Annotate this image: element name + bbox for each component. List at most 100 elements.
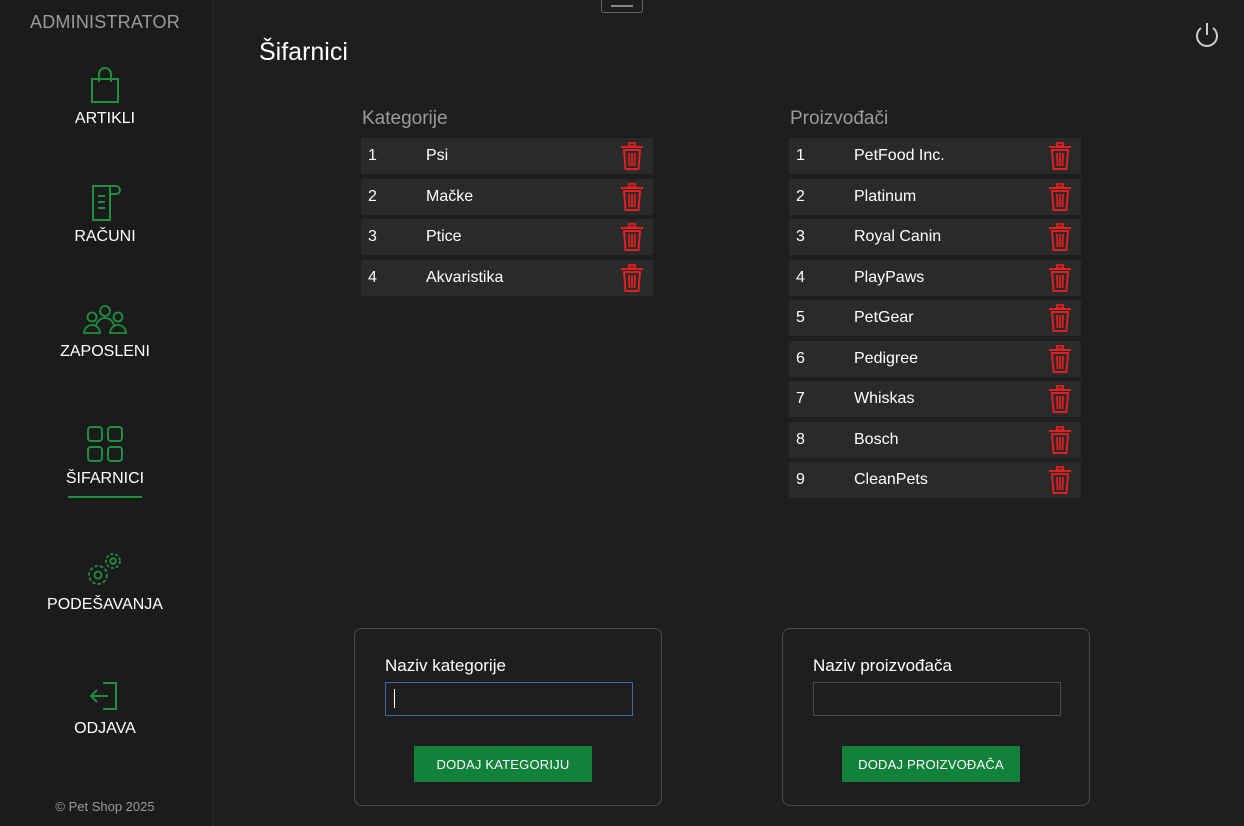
row-name: Bosch xyxy=(854,430,899,448)
row-id: 4 xyxy=(796,268,805,286)
categories-rows: 1 Psi 2 Mačke 3 Ptice 4 Akvaristika xyxy=(361,138,653,296)
delete-button[interactable] xyxy=(1048,466,1072,499)
row-id: 4 xyxy=(368,268,377,286)
row-name: Psi xyxy=(426,147,449,164)
delete-button[interactable] xyxy=(1048,344,1072,378)
row-id: 3 xyxy=(796,228,805,245)
sidebar-item-racuni[interactable]: RAČUNI xyxy=(0,182,210,246)
sidebar-item-label: ZAPOSLENI xyxy=(60,343,150,360)
delete-button[interactable] xyxy=(1048,385,1072,418)
trash-icon xyxy=(1048,142,1072,174)
trash-icon xyxy=(1048,304,1072,336)
trash-icon xyxy=(1048,466,1072,498)
list-item: 5 PetGear xyxy=(789,300,1081,336)
delete-button[interactable] xyxy=(1048,182,1072,216)
sidebar-item-label: ARTIKLI xyxy=(74,110,136,127)
row-id: 8 xyxy=(796,430,805,448)
row-name: Akvaristika xyxy=(426,268,504,286)
list-item: 2 Platinum xyxy=(789,178,1081,216)
add-manufacturer-button[interactable]: DODAJ PROIZVOĐAČA xyxy=(842,746,1020,782)
row-id: 7 xyxy=(796,390,805,407)
delete-button[interactable] xyxy=(620,182,644,216)
main-content: Šifarnici Kategorije 1 Psi 2 Mačke 3 Ptice 4 Ak… xyxy=(213,0,1244,826)
list-item: 1 PetFood Inc. xyxy=(789,138,1081,174)
manufacturer-name-label: Naziv proizvođača xyxy=(813,656,952,675)
trash-icon xyxy=(1048,182,1072,215)
manufacturers-header: Proizvođači xyxy=(790,108,889,129)
drag-handle[interactable] xyxy=(601,0,643,13)
row-id: 2 xyxy=(796,187,805,205)
grid-icon xyxy=(0,424,210,464)
active-indicator xyxy=(68,496,142,498)
delete-button[interactable] xyxy=(1048,304,1072,337)
row-name: PetFood Inc. xyxy=(854,147,945,164)
copyright-text: © Pet Shop 2025 xyxy=(55,799,155,814)
category-name-label: Naziv kategorije xyxy=(385,656,506,675)
trash-icon xyxy=(1048,344,1072,377)
trash-icon xyxy=(620,182,644,215)
users-icon xyxy=(0,303,210,337)
add-category-button[interactable]: DODAJ KATEGORIJU xyxy=(414,746,592,782)
row-id: 6 xyxy=(796,349,805,367)
sidebar-item-artikli[interactable]: ARTIKLI xyxy=(0,66,210,128)
row-name: PlayPaws xyxy=(854,268,925,286)
delete-button[interactable] xyxy=(1048,425,1072,459)
shopping-bag-icon xyxy=(0,66,210,104)
logout-icon xyxy=(0,678,210,714)
delete-button[interactable] xyxy=(620,263,644,297)
category-form: Naziv kategorije DODAJ KATEGORIJU xyxy=(354,628,662,806)
manufacturers-list: Proizvođači 1 PetFood Inc. 2 Platinum 3 Royal… xyxy=(789,108,1081,503)
manufacturer-name-input[interactable] xyxy=(813,682,1061,716)
row-name: Pedigree xyxy=(854,349,919,367)
power-button[interactable] xyxy=(1192,20,1222,55)
list-item: 1 Psi xyxy=(361,138,653,174)
row-id: 1 xyxy=(796,147,805,164)
delete-button[interactable] xyxy=(1048,263,1072,297)
category-name-input[interactable] xyxy=(385,682,633,716)
row-name: Ptice xyxy=(426,228,462,245)
list-item: 2 Mačke xyxy=(361,178,653,216)
row-id: 3 xyxy=(368,228,377,245)
trash-icon xyxy=(1048,385,1072,417)
row-id: 2 xyxy=(368,187,377,205)
manufacturers-rows: 1 PetFood Inc. 2 Platinum 3 Royal Canin 4 PlayP… xyxy=(789,138,1081,498)
delete-button[interactable] xyxy=(620,142,644,175)
row-id: 5 xyxy=(796,309,805,326)
trash-icon xyxy=(620,223,644,255)
delete-button[interactable] xyxy=(1048,142,1072,175)
list-item: 3 Royal Canin xyxy=(789,219,1081,255)
sidebar-item-podesavanja[interactable]: PODEŠAVANJA xyxy=(0,550,210,614)
sidebar-title: ADMINISTRATOR xyxy=(30,12,180,32)
receipt-icon xyxy=(0,182,210,222)
list-item: 9 CleanPets xyxy=(789,462,1081,498)
sidebar: ADMINISTRATOR ARTIKLI RAČUNI ZAPOSLENI Š… xyxy=(0,0,213,826)
trash-icon xyxy=(1048,263,1072,296)
sidebar-item-label: ODJAVA xyxy=(74,720,136,737)
sidebar-item-label: PODEŠAVANJA xyxy=(47,596,163,613)
list-item: 4 Akvaristika xyxy=(361,259,653,297)
row-id: 9 xyxy=(796,471,805,488)
list-item: 8 Bosch xyxy=(789,421,1081,459)
list-item: 6 Pedigree xyxy=(789,340,1081,378)
row-name: Mačke xyxy=(426,187,474,205)
delete-button[interactable] xyxy=(1048,223,1072,256)
sidebar-item-odjava[interactable]: ODJAVA xyxy=(0,678,210,738)
power-icon xyxy=(1192,23,1222,54)
list-item: 7 Whiskas xyxy=(789,381,1081,417)
trash-icon xyxy=(620,263,644,296)
sidebar-item-label: ŠIFARNICI xyxy=(65,470,145,487)
sidebar-item-sifarnici[interactable]: ŠIFARNICI xyxy=(0,424,210,498)
text-caret xyxy=(394,689,395,708)
gears-icon xyxy=(0,550,210,590)
categories-list: Kategorije 1 Psi 2 Mačke 3 Ptice 4 Akvaristika xyxy=(361,108,653,300)
sidebar-item-label: RAČUNI xyxy=(74,228,136,245)
trash-icon xyxy=(1048,223,1072,255)
list-item: 4 PlayPaws xyxy=(789,259,1081,297)
categories-header: Kategorije xyxy=(362,108,448,129)
manufacturer-form: Naziv proizvođača DODAJ PROIZVOĐAČA xyxy=(782,628,1090,806)
delete-button[interactable] xyxy=(620,223,644,256)
list-item: 3 Ptice xyxy=(361,219,653,255)
trash-icon xyxy=(620,142,644,174)
sidebar-item-zaposleni[interactable]: ZAPOSLENI xyxy=(0,303,210,361)
row-name: CleanPets xyxy=(854,471,928,488)
